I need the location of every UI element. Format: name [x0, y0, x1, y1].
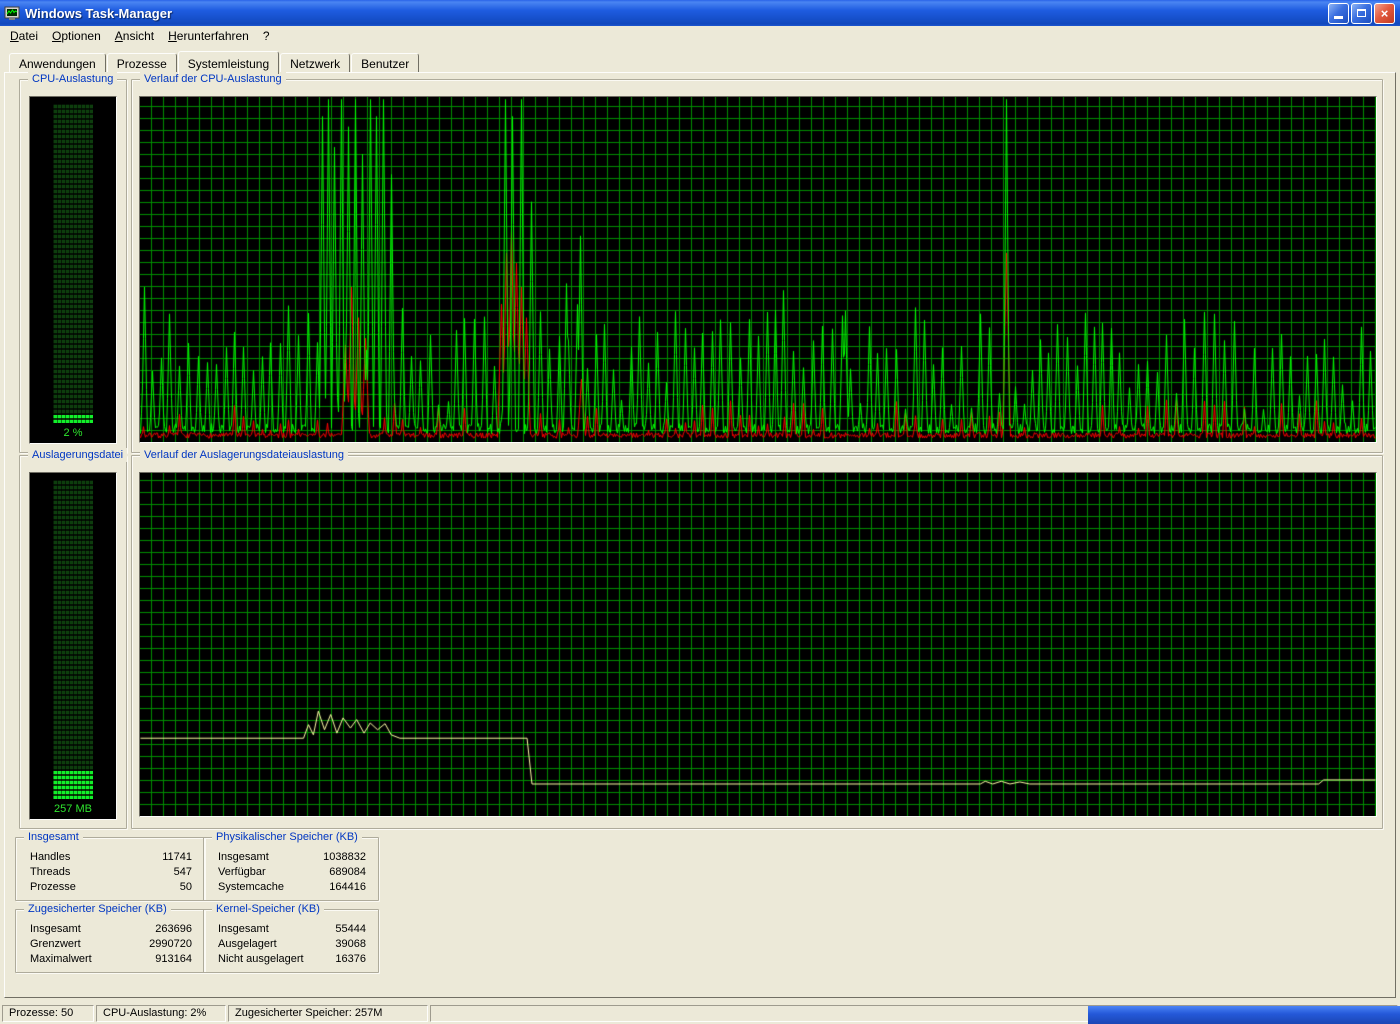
physical-memory-group: Physikalischer Speicher (KB) Insgesamt 1…	[203, 837, 379, 901]
stat-value: 547	[174, 865, 192, 880]
commit-charge-group: Zugesicherter Speicher (KB) Insgesamt 26…	[15, 909, 205, 973]
totals-group-label: Insgesamt	[24, 830, 83, 844]
tab-anwendungen[interactable]: Anwendungen	[9, 53, 106, 72]
minimize-icon	[1334, 16, 1343, 19]
menu-datei[interactable]: Datei	[3, 27, 45, 46]
stat-label: Threads	[30, 865, 70, 880]
pagefile-gauge-group-label: Auslagerungsdatei	[28, 448, 127, 462]
stat-row: Insgesamt 263696	[16, 922, 204, 937]
stat-row: Maximalwert 913164	[16, 952, 204, 967]
stat-label: Maximalwert	[30, 952, 92, 967]
stat-row: Grenzwert 2990720	[16, 937, 204, 952]
stat-label: Insgesamt	[30, 922, 81, 937]
stat-value: 1038832	[323, 850, 366, 865]
tab-prozesse[interactable]: Prozesse	[107, 53, 177, 72]
cpu-gauge-lit-segments	[53, 415, 93, 423]
stat-label: Insgesamt	[218, 922, 269, 937]
totals-group: Insgesamt Handles 11741 Threads 547 Proz…	[15, 837, 205, 901]
menu-optionen[interactable]: Optionen	[45, 27, 108, 46]
kernel-memory-group: Kernel-Speicher (KB) Insgesamt 55444 Aus…	[203, 909, 379, 973]
status-commit-charge: Zugesicherter Speicher: 257M	[228, 1005, 428, 1022]
cpu-gauge-group: CPU-Auslastung 2 %	[19, 79, 127, 453]
tab-benutzer[interactable]: Benutzer	[351, 53, 419, 72]
close-button[interactable]: ×	[1374, 3, 1395, 24]
stat-value: 164416	[329, 880, 366, 895]
totals-rows: Handles 11741 Threads 547 Prozesse 50	[16, 850, 204, 895]
stat-value: 263696	[155, 922, 192, 937]
stat-row: Prozesse 50	[16, 880, 204, 895]
stat-label: Verfügbar	[218, 865, 266, 880]
menu-ansicht[interactable]: Ansicht	[108, 27, 161, 46]
stat-value: 2990720	[149, 937, 192, 952]
stat-label: Nicht ausgelagert	[218, 952, 304, 967]
menu-hilfe[interactable]: ?	[256, 27, 277, 46]
stat-value: 50	[180, 880, 192, 895]
stat-label: Grenzwert	[30, 937, 81, 952]
pagefile-gauge-group: Auslagerungsdatei 257 MB	[19, 455, 127, 829]
status-processes: Prozesse: 50	[2, 1005, 94, 1022]
pagefile-usage-value: 257 MB	[54, 799, 92, 819]
window-controls: ×	[1328, 3, 1395, 24]
stat-row: Insgesamt 1038832	[204, 850, 378, 865]
menu-bar: Datei Optionen Ansicht Herunterfahren ?	[0, 26, 1400, 47]
physical-memory-rows: Insgesamt 1038832 Verfügbar 689084 Syste…	[204, 850, 378, 895]
physical-memory-group-label: Physikalischer Speicher (KB)	[212, 830, 362, 844]
tab-strip: Anwendungen Prozesse Systemleistung Netz…	[9, 50, 420, 72]
stat-value: 55444	[335, 922, 366, 937]
task-manager-window: Windows Task-Manager × Datei Optionen An…	[0, 0, 1400, 1024]
cpu-history-graph	[139, 96, 1377, 443]
stat-label: Prozesse	[30, 880, 76, 895]
kernel-memory-rows: Insgesamt 55444 Ausgelagert 39068 Nicht …	[204, 922, 378, 967]
stat-value: 913164	[155, 952, 192, 967]
pagefile-history-graph	[139, 472, 1377, 817]
tab-systemleistung[interactable]: Systemleistung	[178, 51, 279, 74]
cpu-gauge-group-label: CPU-Auslastung	[28, 72, 117, 86]
window-title: Windows Task-Manager	[25, 6, 1328, 21]
stat-value: 11741	[162, 850, 192, 865]
stat-row: Systemcache 164416	[204, 880, 378, 895]
status-cpu-usage: CPU-Auslastung: 2%	[96, 1005, 226, 1022]
menu-herunterfahren[interactable]: Herunterfahren	[161, 27, 256, 46]
stat-label: Insgesamt	[218, 850, 269, 865]
cpu-usage-value: 2 %	[64, 423, 83, 443]
pagefile-history-group: Verlauf der Auslagerungsdateiauslastung	[131, 455, 1383, 829]
commit-charge-group-label: Zugesicherter Speicher (KB)	[24, 902, 171, 916]
pagefile-gauge-column	[53, 480, 93, 799]
kernel-memory-group-label: Kernel-Speicher (KB)	[212, 902, 324, 916]
app-icon	[4, 5, 20, 21]
pagefile-gauge-lit-segments	[53, 771, 93, 799]
cpu-history-group-label: Verlauf der CPU-Auslastung	[140, 72, 286, 86]
close-icon: ×	[1381, 6, 1389, 21]
stat-label: Handles	[30, 850, 70, 865]
cpu-history-canvas	[140, 97, 1376, 442]
pagefile-history-group-label: Verlauf der Auslagerungsdateiauslastung	[140, 448, 348, 462]
stat-value: 16376	[335, 952, 366, 967]
maximize-button[interactable]	[1351, 3, 1372, 24]
cpu-history-group: Verlauf der CPU-Auslastung	[131, 79, 1383, 453]
stat-row: Verfügbar 689084	[204, 865, 378, 880]
cpu-gauge-column	[53, 104, 93, 423]
commit-charge-rows: Insgesamt 263696 Grenzwert 2990720 Maxim…	[16, 922, 204, 967]
cpu-gauge: 2 %	[29, 96, 117, 444]
maximize-icon	[1357, 9, 1366, 17]
stat-label: Ausgelagert	[218, 937, 277, 952]
title-bar[interactable]: Windows Task-Manager ×	[0, 0, 1400, 26]
tab-content-systemleistung: CPU-Auslastung 2 % Verlauf der CPU-Ausla…	[4, 72, 1396, 998]
pagefile-gauge: 257 MB	[29, 472, 117, 820]
stat-value: 689084	[329, 865, 366, 880]
stat-value: 39068	[335, 937, 366, 952]
taskbar-fragment	[1088, 1006, 1400, 1024]
stat-row: Ausgelagert 39068	[204, 937, 378, 952]
stat-row: Nicht ausgelagert 16376	[204, 952, 378, 967]
stat-row: Insgesamt 55444	[204, 922, 378, 937]
tab-netzwerk[interactable]: Netzwerk	[280, 53, 350, 72]
stat-label: Systemcache	[218, 880, 284, 895]
pagefile-history-canvas	[140, 473, 1376, 816]
stat-row: Handles 11741	[16, 850, 204, 865]
stat-row: Threads 547	[16, 865, 204, 880]
minimize-button[interactable]	[1328, 3, 1349, 24]
